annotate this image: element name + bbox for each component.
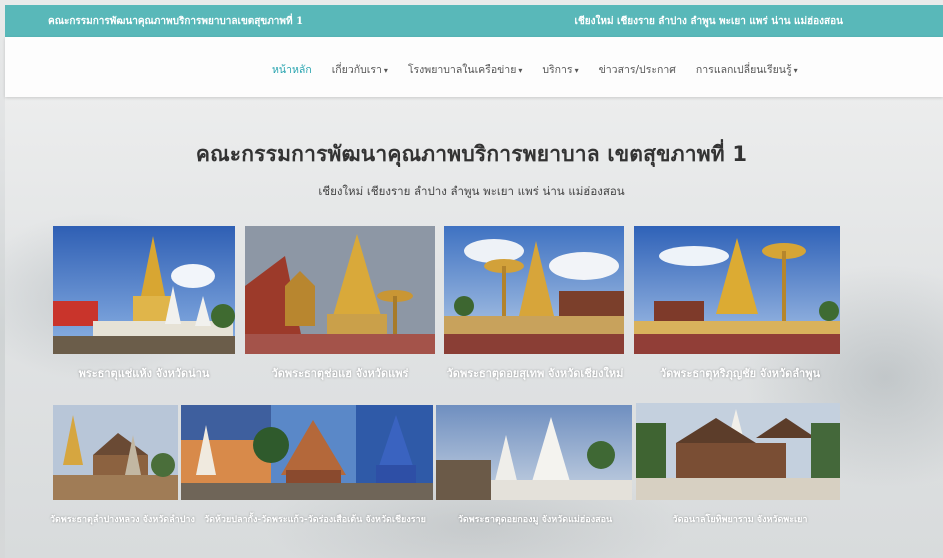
gallery-tile-phayao[interactable] xyxy=(636,403,840,500)
gallery-tile-maehongson[interactable] xyxy=(436,405,632,500)
temple-photo xyxy=(53,405,178,500)
nav-item-home[interactable]: หน้าหลัก xyxy=(272,61,312,78)
nav-item-services[interactable]: บริการ ▾ xyxy=(542,61,578,78)
gallery-tile-lampang[interactable] xyxy=(53,405,178,500)
temple-photo xyxy=(245,226,435,354)
temple-photo xyxy=(636,403,840,500)
temple-photo xyxy=(181,405,433,500)
gallery-caption: วัดพระธาตุดอยสุเทพ จังหวัดเชียงใหม่ xyxy=(446,367,624,380)
topbar-site-name: คณะกรรมการพัฒนาคุณภาพบริการพยาบาลเขตสุขภ… xyxy=(48,16,304,27)
browser-viewport: คณะกรรมการพัฒนาคุณภาพบริการพยาบาลเขตสุขภ… xyxy=(0,0,943,558)
gallery-caption: พระธาตุแช่แห้ง จังหวัดน่าน xyxy=(78,367,210,380)
page-title: คณะกรรมการพัฒนาคุณภาพบริการพยาบาล เขตสุข… xyxy=(195,142,748,166)
temple-photo xyxy=(436,405,632,500)
nav-label-services: บริการ xyxy=(542,64,573,76)
gallery-tile-chiangrai[interactable] xyxy=(181,405,433,500)
temple-photo xyxy=(53,226,235,354)
gallery-tile-lamphun[interactable] xyxy=(634,226,840,354)
gallery-caption: วัดอนาลโยทิพยาราม จังหวัดพะเยา xyxy=(672,515,808,525)
nav-label-hospitals: โรงพยาบาลในเครือข่าย xyxy=(407,64,517,76)
chevron-down-icon: ▾ xyxy=(574,66,579,75)
temple-photo xyxy=(634,226,840,354)
nav-label-knowledge: การแลกเปลี่ยนเรียนรู้ xyxy=(695,64,792,76)
chevron-down-icon: ▾ xyxy=(383,66,388,75)
gallery-tile-phrae[interactable] xyxy=(245,226,435,354)
main-navbar: หน้าหลัก เกี่ยวกับเรา ▾ โรงพยาบาลในเครือข… xyxy=(5,37,943,97)
chevron-down-icon: ▾ xyxy=(793,66,798,75)
nav-label-home: หน้าหลัก xyxy=(272,64,312,76)
gallery-caption: วัดพระธาตุลำปางหลวง จังหวัดลำปาง xyxy=(50,515,195,525)
topbar-provinces: เชียงใหม่ เชียงราย ลำปาง ลำพูน พะเยา แพร… xyxy=(574,16,843,27)
top-info-bar: คณะกรรมการพัฒนาคุณภาพบริการพยาบาลเขตสุขภ… xyxy=(5,5,943,37)
nav-item-news[interactable]: ข่าวสาร/ประกาศ xyxy=(599,61,676,78)
nav-label-news: ข่าวสาร/ประกาศ xyxy=(598,64,676,76)
gallery-caption: วัดพระธาตุช่อแฮ จังหวัดแพร่ xyxy=(271,367,409,380)
page-subtitle: เชียงใหม่ เชียงราย ลำปาง ลำพูน พะเยา แพร… xyxy=(318,184,625,198)
gallery-caption: วัดพระธาตุดอยกองมู จังหวัดแม่ฮ่องสอน xyxy=(457,515,613,525)
nav-item-knowledge[interactable]: การแลกเปลี่ยนเรียนรู้ ▾ xyxy=(696,61,798,78)
gallery-tile-chiangmai[interactable] xyxy=(444,226,624,354)
chevron-down-icon: ▾ xyxy=(518,66,523,75)
gallery-caption: วัดพระธาตุหริภุญชัย จังหวัดลำพูน xyxy=(659,367,821,380)
nav-item-hospitals[interactable]: โรงพยาบาลในเครือข่าย ▾ xyxy=(408,61,522,78)
nav-item-about[interactable]: เกี่ยวกับเรา ▾ xyxy=(332,61,388,78)
gallery-caption: วัดห้วยปลากั้ง-วัดพระแก้ว-วัดร่องเสือเต้… xyxy=(204,515,426,525)
temple-photo xyxy=(444,226,624,354)
nav-label-about: เกี่ยวกับเรา xyxy=(331,64,382,76)
gallery-tile-nan[interactable] xyxy=(53,226,235,354)
